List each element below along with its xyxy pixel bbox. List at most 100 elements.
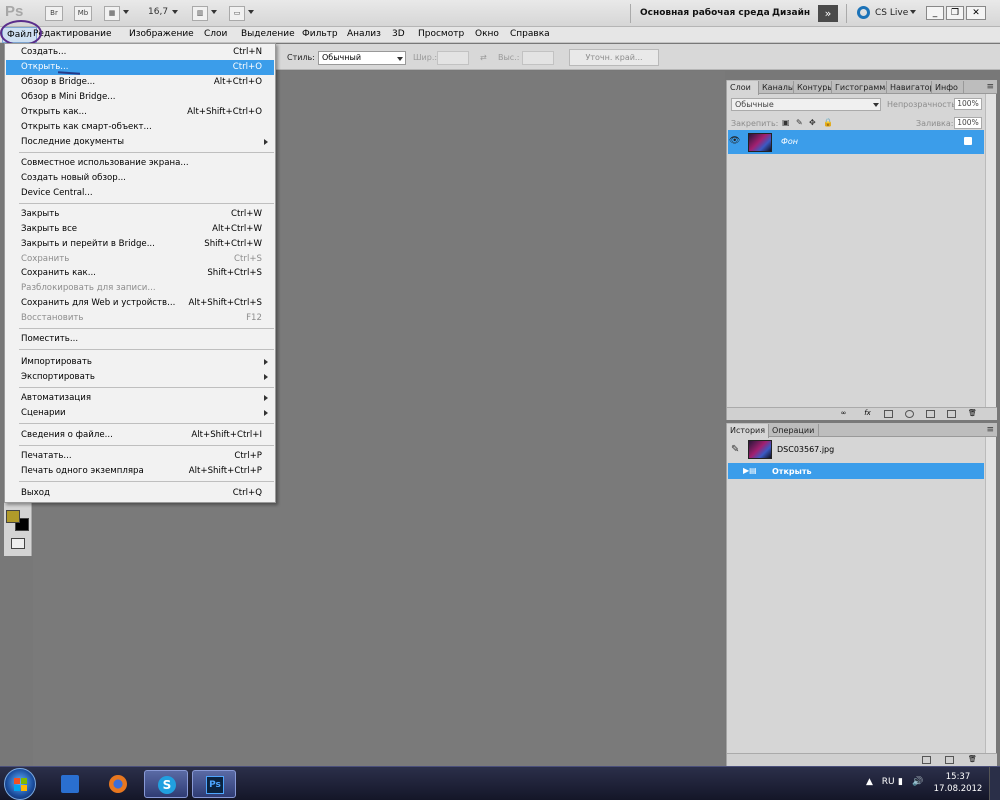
screen-mode-icon[interactable]: ▭ <box>229 6 245 21</box>
menu-item-open-smart-object[interactable]: Открыть как смарт-объект... <box>6 120 274 135</box>
add-mask-icon[interactable] <box>884 410 893 418</box>
quick-mask-icon[interactable] <box>11 538 25 549</box>
blend-mode-select[interactable]: Обычные <box>731 98 881 111</box>
more-workspaces-icon[interactable]: » <box>818 5 838 22</box>
height-field[interactable] <box>522 51 554 65</box>
visibility-eye-icon[interactable]: 👁 <box>729 136 740 146</box>
menu-3d[interactable]: 3D <box>392 29 405 39</box>
restore-icon[interactable]: ❐ <box>946 6 964 20</box>
menu-item-revert[interactable]: Восстановить F12 <box>6 311 274 326</box>
menu-help[interactable]: Справка <box>510 29 550 39</box>
tab-layers[interactable]: Слои <box>727 81 759 95</box>
trash-icon[interactable]: 🗑 <box>968 410 977 418</box>
menu-item-new[interactable]: Создать... Ctrl+N <box>6 45 274 60</box>
clock[interactable]: 15:37 17.08.2012 <box>931 771 985 795</box>
swap-icon[interactable]: ⇄ <box>480 53 487 62</box>
menu-select[interactable]: Выделение <box>241 29 295 39</box>
menu-item-print-one-copy[interactable]: Печать одного экземпляра Alt+Shift+Ctrl+P <box>6 464 274 479</box>
chevron-down-icon[interactable] <box>123 10 129 14</box>
history-scrollbar[interactable] <box>985 437 996 753</box>
panel-menu-icon[interactable]: ≡ <box>986 82 994 92</box>
layers-scrollbar[interactable] <box>985 94 996 407</box>
chevron-down-icon[interactable] <box>172 10 178 14</box>
tab-histogram[interactable]: Гистограмма <box>832 81 887 94</box>
new-layer-icon[interactable] <box>947 410 956 418</box>
cs-live-icon[interactable] <box>857 6 870 19</box>
arrange-documents-icon[interactable]: ▥ <box>192 6 208 21</box>
menu-window[interactable]: Окно <box>475 29 499 39</box>
lock-pixels-icon[interactable]: ✎ <box>796 118 803 127</box>
chevron-down-icon[interactable] <box>873 103 879 107</box>
cs-live-label[interactable]: CS Live <box>875 8 908 18</box>
menu-layers[interactable]: Слои <box>204 29 227 39</box>
new-group-icon[interactable] <box>926 410 935 418</box>
chevron-down-icon[interactable] <box>248 10 254 14</box>
menu-item-close-go-bridge[interactable]: Закрыть и перейти в Bridge... Shift+Ctrl+… <box>6 237 274 252</box>
menu-item-unlock[interactable]: Разблокировать для записи... <box>6 281 274 296</box>
menu-item-open-as[interactable]: Открыть как... Alt+Shift+Ctrl+O <box>6 105 274 120</box>
history-brush-icon[interactable]: ✎ <box>731 444 739 455</box>
start-button[interactable] <box>4 768 36 800</box>
menu-item-save[interactable]: Сохранить Ctrl+S <box>6 252 274 267</box>
tab-navigator[interactable]: Навигатор <box>887 81 932 94</box>
width-field[interactable] <box>437 51 469 65</box>
taskbar-outlook[interactable] <box>48 770 92 798</box>
menu-item-save-for-web[interactable]: Сохранить для Web и устройств... Alt+Shif… <box>6 296 274 311</box>
chevron-down-icon[interactable] <box>211 10 217 14</box>
network-icon[interactable]: ▮ <box>898 777 903 787</box>
trash-icon[interactable]: 🗑 <box>968 756 977 764</box>
menu-item-device-central[interactable]: Device Central... <box>6 186 274 201</box>
snapshot-name[interactable]: DSC03567.jpg <box>777 445 834 454</box>
workspace-essentials[interactable]: Основная рабочая среда <box>640 8 770 18</box>
close-icon[interactable]: ✕ <box>966 6 986 20</box>
tab-info[interactable]: Инфо <box>932 81 964 94</box>
zoom-level[interactable]: 16,7 <box>148 7 168 17</box>
history-step-row[interactable] <box>728 463 984 479</box>
menu-item-place[interactable]: Поместить... <box>6 332 274 347</box>
workspace-design[interactable]: Дизайн <box>772 8 810 18</box>
menu-item-browse-bridge[interactable]: Обзор в Bridge... Alt+Ctrl+O <box>6 75 274 90</box>
menu-item-file-info[interactable]: Сведения о файле... Alt+Shift+Ctrl+I <box>6 428 274 443</box>
menu-image[interactable]: Изображение <box>129 29 194 39</box>
snapshot-thumbnail[interactable] <box>748 440 772 459</box>
layer-style-icon[interactable]: fx <box>863 410 872 418</box>
link-layers-icon[interactable]: ∞ <box>839 410 848 418</box>
opacity-field[interactable]: 100% <box>954 98 982 110</box>
tab-actions[interactable]: Операции <box>769 424 819 437</box>
tab-history[interactable]: История <box>727 424 769 438</box>
menu-item-close[interactable]: Закрыть Ctrl+W <box>6 207 274 222</box>
new-document-from-state-icon[interactable] <box>922 756 931 764</box>
style-select[interactable]: Обычный <box>318 51 406 65</box>
menu-item-new-review[interactable]: Создать новый обзор... <box>6 171 274 186</box>
menu-item-export[interactable]: Экспортировать <box>6 370 274 385</box>
language-indicator[interactable]: RU <box>882 777 895 787</box>
menu-item-print[interactable]: Печатать... Ctrl+P <box>6 449 274 464</box>
menu-item-scripts[interactable]: Сценарии <box>6 406 274 421</box>
taskbar-photoshop[interactable]: Ps <box>192 770 236 798</box>
chevron-down-icon[interactable] <box>397 57 403 61</box>
menu-item-exit[interactable]: Выход Ctrl+Q <box>6 486 274 501</box>
adjustment-layer-icon[interactable] <box>905 410 914 418</box>
volume-icon[interactable]: 🔊 <box>912 777 923 787</box>
menu-item-browse-minibridge[interactable]: Обзор в Mini Bridge... <box>6 90 274 105</box>
tab-paths[interactable]: Контуры <box>794 81 832 94</box>
mini-bridge-button[interactable]: Mb <box>74 6 92 21</box>
panel-menu-icon[interactable]: ≡ <box>986 425 994 435</box>
lock-position-icon[interactable]: ✥ <box>809 118 816 127</box>
menu-item-close-all[interactable]: Закрыть все Alt+Ctrl+W <box>6 222 274 237</box>
lock-all-icon[interactable]: 🔒 <box>823 118 833 127</box>
menu-item-import[interactable]: Импортировать <box>6 355 274 370</box>
menu-item-save-as[interactable]: Сохранить как... Shift+Ctrl+S <box>6 266 274 281</box>
show-desktop-button[interactable] <box>989 767 1000 800</box>
menu-filter[interactable]: Фильтр <box>302 29 338 39</box>
refine-edge-button[interactable]: Уточн. край... <box>569 49 659 66</box>
menu-item-automate[interactable]: Автоматизация <box>6 391 274 406</box>
menu-view[interactable]: Просмотр <box>418 29 464 39</box>
minimize-icon[interactable]: _ <box>926 6 944 20</box>
bridge-button[interactable]: Br <box>45 6 63 21</box>
menu-item-share-screen[interactable]: Совместное использование экрана... <box>6 156 274 171</box>
camera-snapshot-icon[interactable] <box>945 756 954 764</box>
menu-analysis[interactable]: Анализ <box>347 29 381 39</box>
chevron-up-icon[interactable]: ▲ <box>866 777 873 787</box>
lock-transparency-icon[interactable]: ▣ <box>782 118 790 127</box>
